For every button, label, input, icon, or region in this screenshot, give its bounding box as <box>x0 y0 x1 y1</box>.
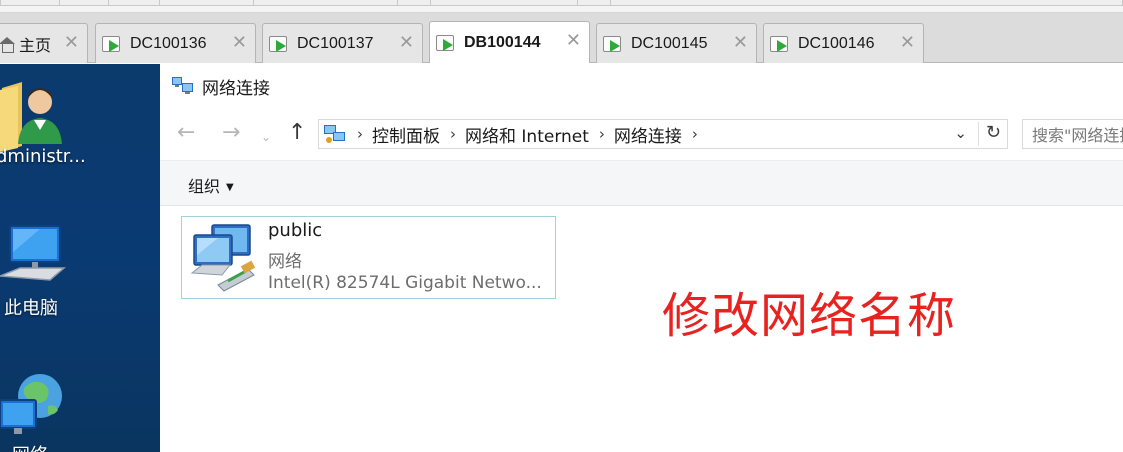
connection-adapter: Intel(R) 82574L Gigabit Netwo... <box>268 273 542 293</box>
close-icon[interactable]: ✕ <box>399 33 414 53</box>
command-bar: 组织 ▼ <box>160 160 1123 206</box>
close-icon[interactable]: ✕ <box>232 33 247 53</box>
connection-name: public <box>268 220 323 241</box>
tab-label: DC100137 <box>297 34 374 52</box>
control-panel-icon <box>324 125 345 143</box>
breadcrumb-separator-icon[interactable]: › <box>692 125 698 143</box>
desktop-label: 网络 <box>12 441 48 452</box>
network-connections-icon <box>172 77 193 94</box>
address-dropdown-icon[interactable]: ⌄ <box>954 124 967 142</box>
organize-label: 组织 <box>188 177 221 196</box>
vm-console-icon <box>102 34 124 54</box>
breadcrumb-control-panel[interactable]: 控制面板 <box>372 122 440 147</box>
network-icon <box>0 374 62 434</box>
annotation-text: 修改网络名称 <box>662 288 957 344</box>
window-titlebar: 网络连接 <box>160 64 1123 108</box>
computer-icon <box>0 225 67 281</box>
tab-label: DC100146 <box>798 34 875 52</box>
tab-label: 主页 <box>19 37 52 55</box>
search-input[interactable]: 搜索"网络连接" <box>1022 119 1123 149</box>
search-placeholder: 搜索"网络连接" <box>1032 126 1123 145</box>
close-icon[interactable]: ✕ <box>64 33 79 53</box>
refresh-icon[interactable]: ↻ <box>977 122 1001 146</box>
tab-dc100145[interactable]: DC100145 ✕ <box>596 23 757 63</box>
network-adapter-icon <box>190 224 256 292</box>
breadcrumb-separator-icon[interactable]: › <box>599 125 605 143</box>
vm-console-icon <box>436 33 458 53</box>
desktop-item-network[interactable]: 网络 <box>0 364 160 452</box>
breadcrumb-separator-icon[interactable]: › <box>450 125 456 143</box>
desktop: dministr... 此电脑 网络 <box>0 64 160 452</box>
organize-menu-button[interactable]: 组织 ▼ <box>188 173 234 197</box>
vm-console-icon <box>269 34 291 54</box>
tab-label: DB100144 <box>464 33 541 51</box>
tab-dc100146[interactable]: DC100146 ✕ <box>763 23 924 63</box>
breadcrumb-separator-icon[interactable]: › <box>357 125 363 143</box>
address-row: ← → ⌄ ↑ › 控制面板 › 网络和 Internet › 网络连接 › ⌄… <box>160 114 1123 154</box>
vm-tab-bar: 主页 ✕ DC100136 ✕ DC100137 ✕ DB100144 ✕ DC… <box>0 13 1123 63</box>
close-icon[interactable]: ✕ <box>566 31 581 51</box>
explorer-window: 网络连接 ← → ⌄ ↑ › 控制面板 › 网络和 Internet › 网络连… <box>160 64 1123 452</box>
close-icon[interactable]: ✕ <box>733 33 748 53</box>
tab-label: DC100145 <box>631 34 708 52</box>
recent-locations-chevron-icon[interactable]: ⌄ <box>261 124 271 150</box>
breadcrumb-network-connections[interactable]: 网络连接 <box>614 122 682 147</box>
desktop-label: 此电脑 <box>4 298 58 319</box>
top-toolbar-strip <box>0 0 1123 13</box>
desktop-item-user-folder[interactable]: dministr... <box>0 64 160 184</box>
breadcrumb-network-internet[interactable]: 网络和 Internet <box>465 122 589 147</box>
connection-network-type: 网络 <box>268 252 302 272</box>
close-icon[interactable]: ✕ <box>900 33 915 53</box>
caret-down-icon: ▼ <box>226 182 234 193</box>
tab-label: DC100136 <box>130 34 207 52</box>
vm-console-icon <box>603 34 625 54</box>
tab-db100144[interactable]: DB100144 ✕ <box>429 21 590 63</box>
home-icon <box>0 35 17 53</box>
forward-arrow-icon[interactable]: → <box>222 120 240 146</box>
network-connection-item[interactable]: public 网络 Intel(R) 82574L Gigabit Netwo.… <box>181 216 556 299</box>
window-title: 网络连接 <box>202 78 270 99</box>
connections-list: public 网络 Intel(R) 82574L Gigabit Netwo.… <box>160 206 1123 452</box>
user-folder-icon <box>0 82 62 152</box>
tab-dc100136[interactable]: DC100136 ✕ <box>95 23 256 63</box>
address-bar[interactable]: › 控制面板 › 网络和 Internet › 网络连接 › ⌄ ↻ <box>318 119 1008 149</box>
desktop-item-this-pc[interactable]: 此电脑 <box>0 214 160 324</box>
up-arrow-icon[interactable]: ↑ <box>288 120 306 146</box>
tab-dc100137[interactable]: DC100137 ✕ <box>262 23 423 63</box>
vm-console-icon <box>770 34 792 54</box>
desktop-label: dministr... <box>0 146 86 167</box>
back-arrow-icon[interactable]: ← <box>177 120 195 146</box>
tab-home[interactable]: 主页 ✕ <box>0 23 88 63</box>
